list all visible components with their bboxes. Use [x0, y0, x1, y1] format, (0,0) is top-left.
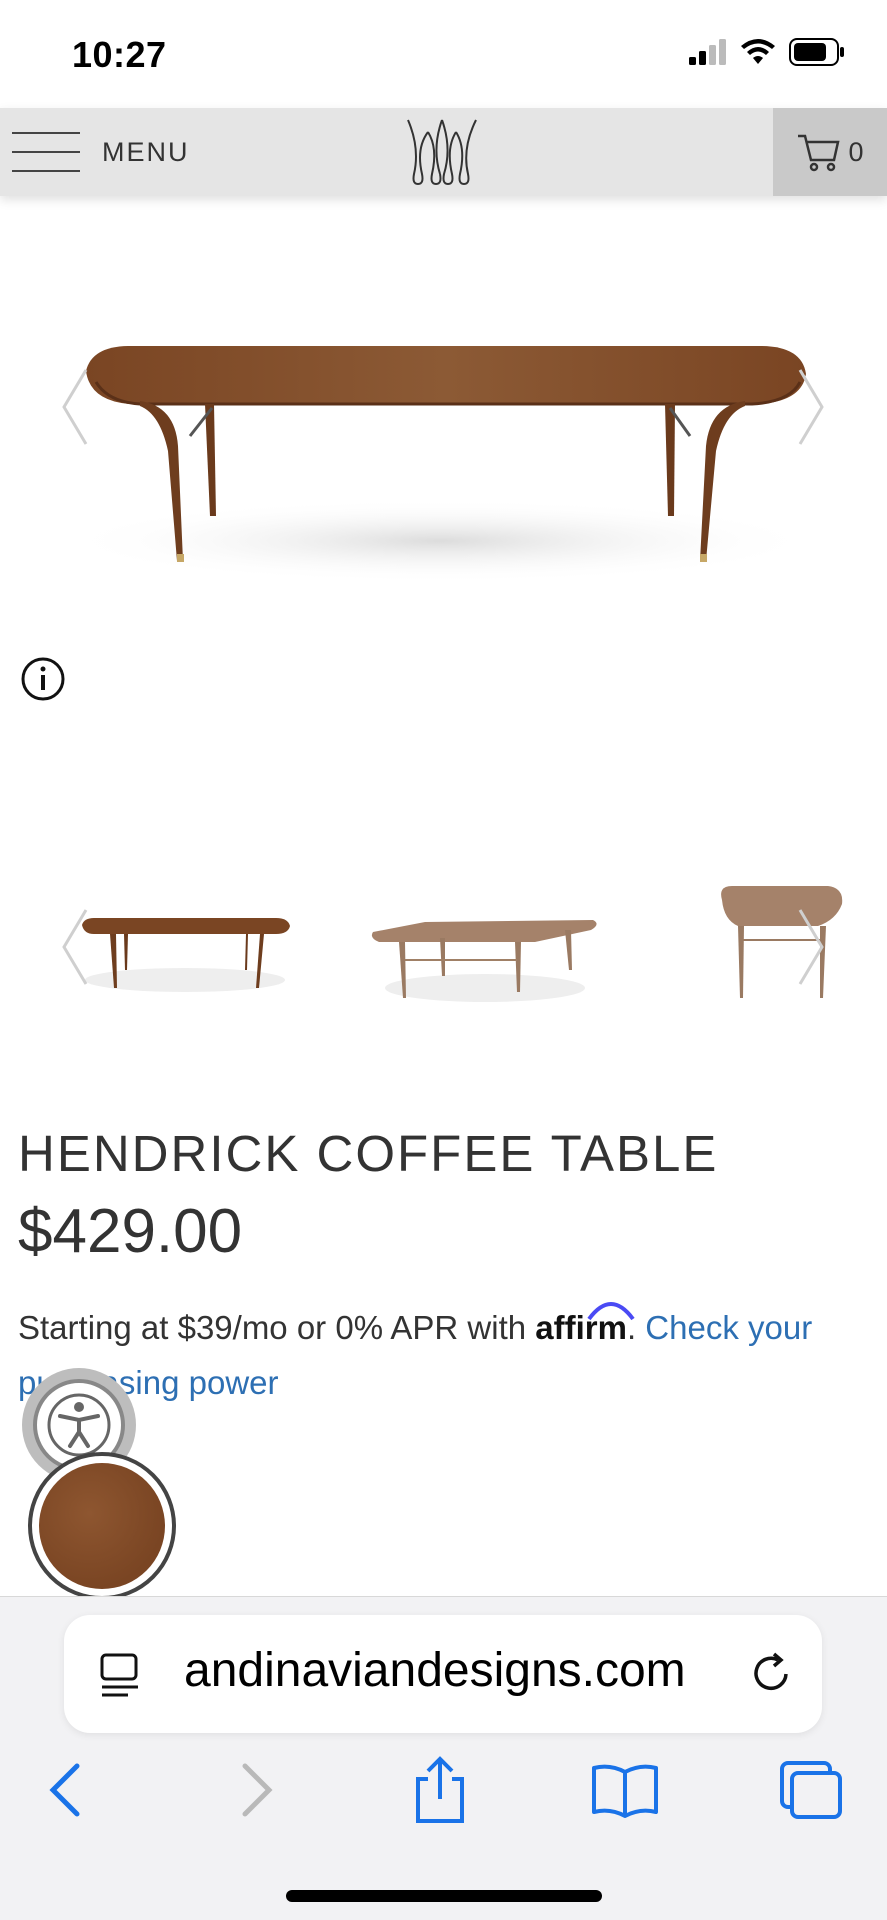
financing-text: Starting at $39/mo or 0% APR with affirm…	[18, 1300, 878, 1410]
tabs-icon	[780, 1761, 842, 1819]
bookmarks-book-icon	[592, 1764, 658, 1818]
site-header: MENU 0	[0, 108, 887, 196]
product-price: $429.00	[18, 1197, 243, 1266]
product-title: HENDRICK COFFEE TABLE	[18, 1125, 719, 1182]
menu-button[interactable]: MENU	[12, 126, 190, 178]
status-bar: 10:27	[0, 0, 887, 108]
forward-arrow-icon	[242, 1763, 273, 1817]
share-icon	[416, 1756, 464, 1823]
affirm-logo: affirm	[535, 1302, 635, 1346]
reload-icon[interactable]	[748, 1651, 794, 1697]
cart-icon	[798, 134, 841, 172]
forward-button[interactable]	[222, 1755, 292, 1825]
accessibility-icon	[47, 1393, 111, 1457]
browser-toolbar: andinaviandesigns.com	[0, 1596, 887, 1920]
bookmarks-button[interactable]	[590, 1755, 660, 1825]
page-menu-icon[interactable]	[98, 1653, 142, 1699]
cellular-signal-icon	[689, 39, 726, 65]
thumbs-next-arrow-icon[interactable]	[796, 908, 826, 986]
hero-prev-arrow-icon[interactable]	[60, 368, 90, 446]
address-bar[interactable]: andinaviandesigns.com	[64, 1615, 822, 1733]
status-icons	[689, 38, 845, 66]
brand-logo[interactable]	[404, 118, 480, 188]
cart-count: 0	[848, 136, 864, 167]
menu-label: MENU	[102, 136, 190, 167]
back-arrow-icon	[49, 1763, 80, 1817]
cart-button[interactable]: 0	[773, 108, 887, 196]
home-indicator	[286, 1890, 602, 1902]
thumbs-prev-arrow-icon[interactable]	[60, 908, 90, 986]
info-icon[interactable]	[20, 656, 66, 702]
status-time: 10:27	[72, 34, 167, 75]
url-text: andinaviandesigns.com	[184, 1644, 686, 1697]
wifi-icon	[741, 39, 775, 64]
product-hero-image[interactable]	[0, 196, 887, 636]
battery-icon	[789, 38, 844, 66]
tabs-button[interactable]	[776, 1755, 846, 1825]
hamburger-icon	[12, 128, 80, 176]
color-swatch-walnut[interactable]	[28, 1452, 176, 1600]
thumbnail-3[interactable]	[708, 880, 848, 1010]
hero-next-arrow-icon[interactable]	[796, 368, 826, 446]
thumbnail-2[interactable]	[365, 880, 605, 1010]
thumbnail-1[interactable]	[70, 880, 300, 1000]
financing-prefix: Starting at $39/mo or 0% APR with	[18, 1309, 527, 1346]
affirm-arc-icon	[587, 1302, 635, 1321]
back-button[interactable]	[30, 1755, 100, 1825]
share-button[interactable]	[405, 1755, 475, 1825]
thumbnail-strip	[0, 880, 887, 1020]
